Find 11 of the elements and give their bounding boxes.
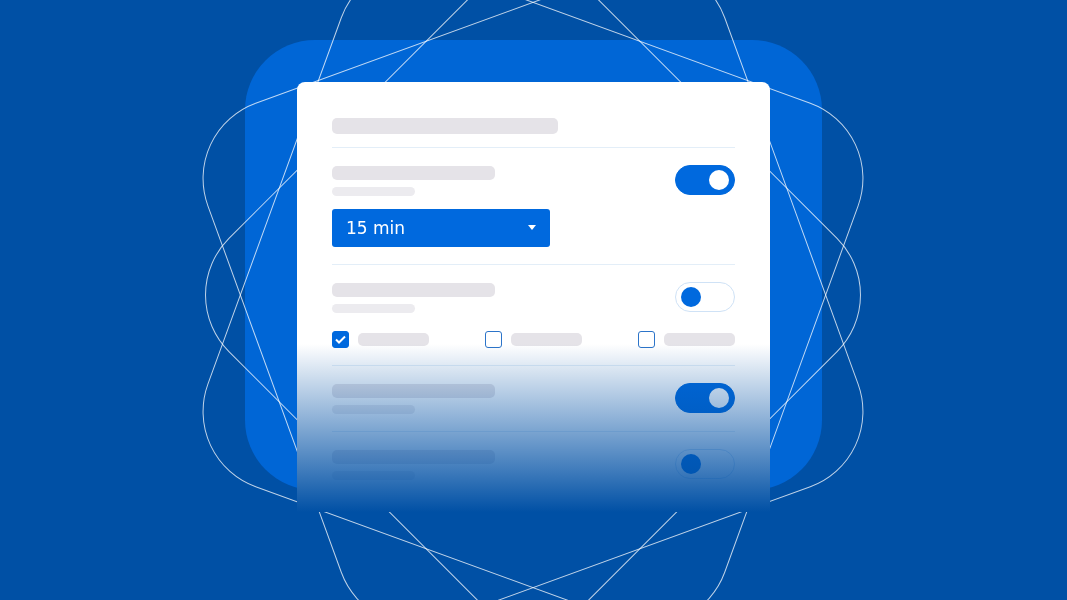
checkbox[interactable] xyxy=(638,331,655,348)
placeholder-bar xyxy=(664,333,735,346)
toggle-switch[interactable] xyxy=(675,165,735,195)
checkbox[interactable] xyxy=(485,331,502,348)
placeholder-bar xyxy=(358,333,429,346)
toggle-switch[interactable] xyxy=(675,383,735,413)
dropdown[interactable]: 15 min xyxy=(332,209,550,247)
placeholder-bar xyxy=(511,333,582,346)
caret-icon xyxy=(528,225,536,231)
checkmark-icon xyxy=(335,335,346,344)
checkbox[interactable] xyxy=(332,331,349,348)
